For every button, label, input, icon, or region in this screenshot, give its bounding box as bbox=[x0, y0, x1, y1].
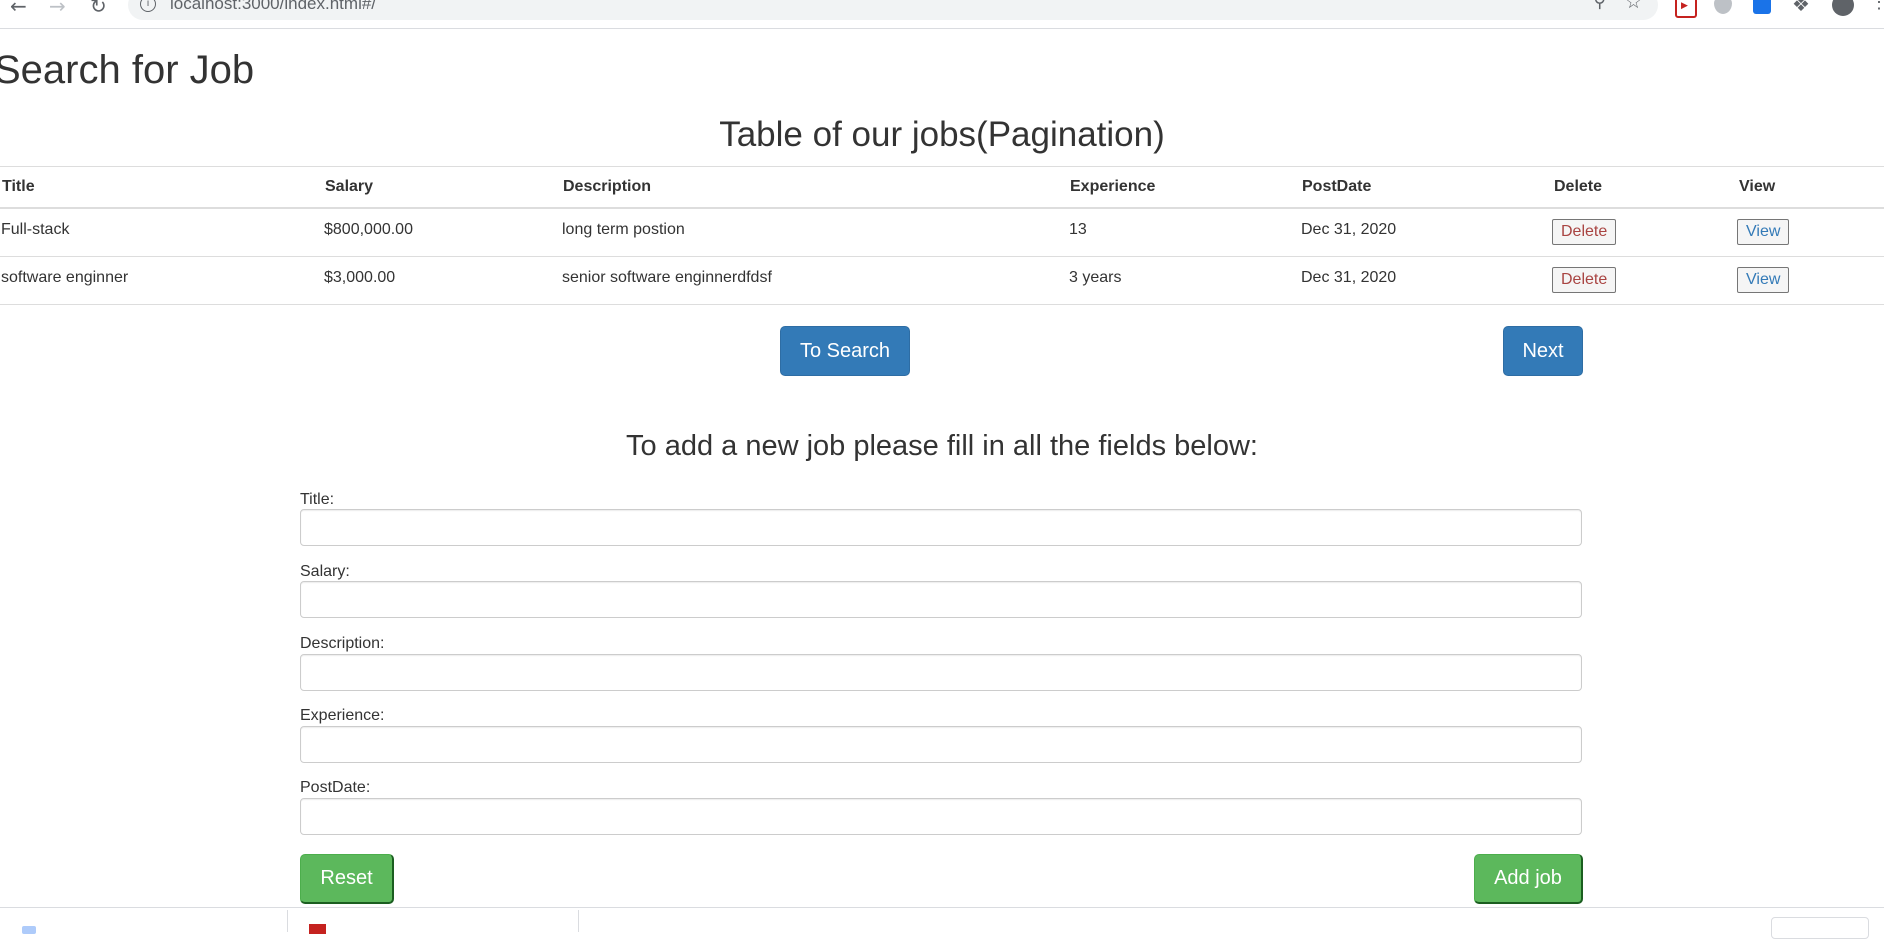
delete-button[interactable]: Delete bbox=[1552, 219, 1617, 245]
cell-salary: $800,000.00 bbox=[324, 221, 413, 238]
column-header-view: View bbox=[1737, 166, 1884, 209]
show-all-downloads-button[interactable] bbox=[1771, 917, 1869, 939]
column-header-delete: Delete bbox=[1552, 166, 1737, 209]
add-job-form-heading: To add a new job please fill in all the … bbox=[626, 430, 1258, 462]
cell-postdate: Dec 31, 2020 bbox=[1301, 269, 1397, 286]
extension-red-icon[interactable] bbox=[1675, 0, 1697, 18]
site-info-icon[interactable]: i bbox=[140, 0, 156, 12]
profile-avatar-icon[interactable] bbox=[1832, 0, 1854, 16]
cell-experience: 3 years bbox=[1069, 269, 1122, 286]
postdate-input[interactable] bbox=[300, 798, 1582, 835]
address-url[interactable]: localhost:3000/index.html#/ bbox=[170, 0, 376, 14]
postdate-field-label: PostDate: bbox=[300, 779, 371, 796]
experience-field-label: Experience: bbox=[300, 707, 385, 724]
address-bar[interactable]: i localhost:3000/index.html#/ ⚲ ☆ bbox=[128, 0, 1658, 20]
browser-toolbar: ← → ↻ i localhost:3000/index.html#/ ⚲ ☆ … bbox=[0, 0, 1884, 29]
column-header-postdate: PostDate bbox=[1300, 166, 1552, 209]
delete-button[interactable]: Delete bbox=[1552, 267, 1617, 293]
view-button[interactable]: View bbox=[1737, 267, 1790, 293]
cell-description: long term postion bbox=[562, 221, 685, 238]
cell-experience: 13 bbox=[1069, 221, 1087, 238]
cell-description: senior software enginnerdfdsf bbox=[562, 269, 772, 286]
next-page-button[interactable]: Next bbox=[1503, 326, 1583, 376]
cell-postdate: Dec 31, 2020 bbox=[1301, 221, 1397, 238]
column-header-salary: Salary bbox=[323, 166, 561, 209]
table-title: Table of our jobs(Pagination) bbox=[719, 115, 1165, 154]
salary-field-label: Salary: bbox=[300, 563, 350, 580]
experience-input[interactable] bbox=[300, 726, 1582, 763]
table-row: Full-stack $800,000.00 long term postion… bbox=[0, 208, 1884, 257]
download-separator bbox=[578, 910, 579, 932]
extension-shield-icon[interactable] bbox=[1714, 0, 1732, 14]
salary-input[interactable] bbox=[300, 581, 1582, 618]
forward-arrow-icon[interactable]: → bbox=[49, 0, 66, 18]
title-field-label: Title: bbox=[300, 491, 335, 508]
title-input[interactable] bbox=[300, 509, 1582, 546]
download-pdf-icon[interactable] bbox=[309, 924, 326, 934]
download-bar bbox=[0, 907, 1884, 939]
cell-salary: $3,000.00 bbox=[324, 269, 396, 286]
table-row: software enginner $3,000.00 senior softw… bbox=[0, 256, 1884, 305]
column-header-description: Description bbox=[561, 166, 1068, 209]
cell-title: Full-stack bbox=[1, 221, 70, 238]
browser-menu-icon[interactable]: ⋮ bbox=[1870, 0, 1884, 12]
reload-icon[interactable]: ↻ bbox=[90, 0, 107, 18]
extension-blue-icon[interactable] bbox=[1753, 0, 1771, 14]
download-file-icon[interactable] bbox=[22, 926, 36, 934]
reset-button[interactable]: Reset bbox=[300, 854, 394, 904]
cell-title: software enginner bbox=[1, 269, 129, 286]
to-search-button[interactable]: To Search bbox=[780, 326, 910, 376]
zoom-icon[interactable]: ⚲ bbox=[1594, 0, 1606, 12]
column-header-title: Title bbox=[0, 166, 323, 209]
description-input[interactable] bbox=[300, 654, 1582, 691]
view-button[interactable]: View bbox=[1737, 219, 1790, 245]
extensions-puzzle-icon[interactable]: ❖ bbox=[1792, 0, 1810, 16]
table-header-row: Title Salary Description Experience Post… bbox=[0, 166, 1884, 209]
back-arrow-icon[interactable]: ← bbox=[10, 0, 27, 18]
bookmark-star-icon[interactable]: ☆ bbox=[1625, 0, 1642, 13]
add-job-button[interactable]: Add job bbox=[1474, 854, 1583, 904]
download-separator bbox=[287, 910, 288, 932]
description-field-label: Description: bbox=[300, 635, 385, 652]
page-title: Search for Job bbox=[0, 48, 255, 92]
column-header-experience: Experience bbox=[1068, 166, 1300, 209]
jobs-table: Title Salary Description Experience Post… bbox=[0, 166, 1884, 305]
